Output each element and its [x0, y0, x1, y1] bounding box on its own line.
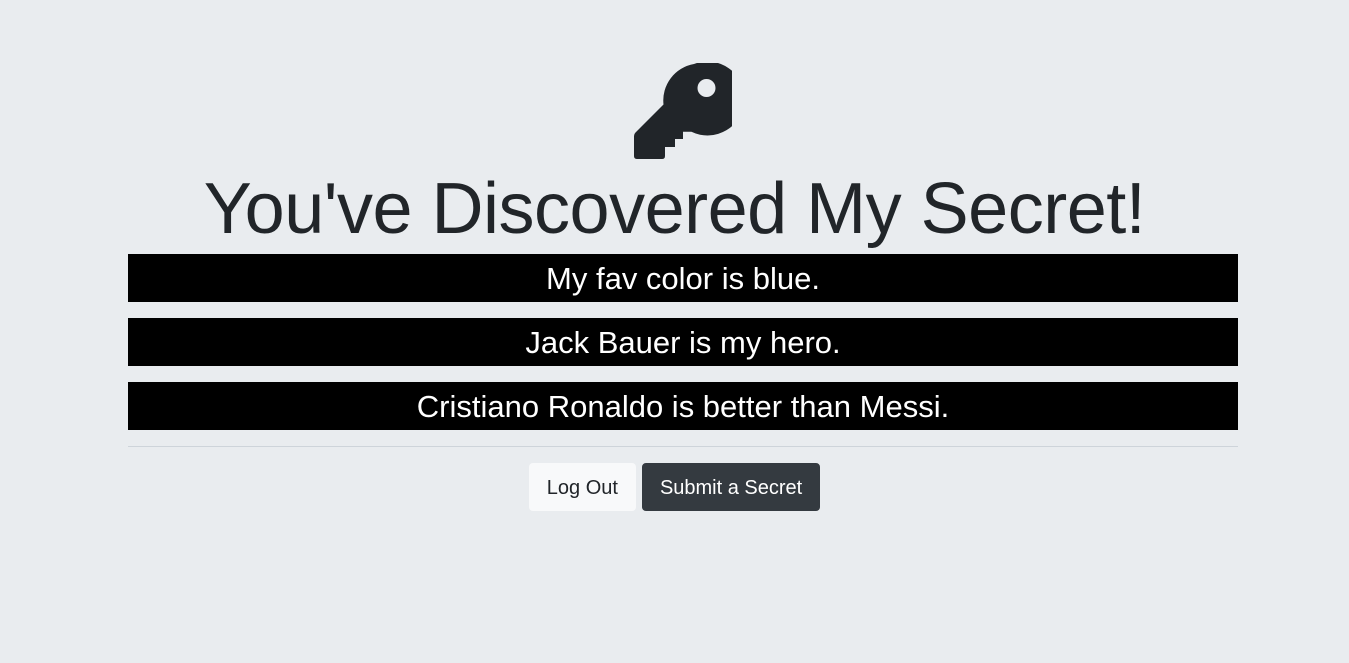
submit-secret-button[interactable]: Submit a Secret [641, 463, 821, 511]
secret-item: Cristiano Ronaldo is better than Messi. [128, 382, 1238, 430]
secret-item: My fav color is blue. [128, 254, 1238, 302]
secrets-list: My fav color is blue. Jack Bauer is my h… [128, 254, 1238, 446]
actions-bar: Log Out Submit a Secret [0, 463, 1349, 511]
jumbotron: You've Discovered My Secret! My fav colo… [0, 0, 1349, 663]
key-icon [634, 63, 732, 159]
page-title: You've Discovered My Secret! [203, 169, 1146, 249]
secret-item: Jack Bauer is my hero. [128, 318, 1238, 366]
logout-button[interactable]: Log Out [528, 463, 636, 511]
divider [128, 446, 1238, 447]
